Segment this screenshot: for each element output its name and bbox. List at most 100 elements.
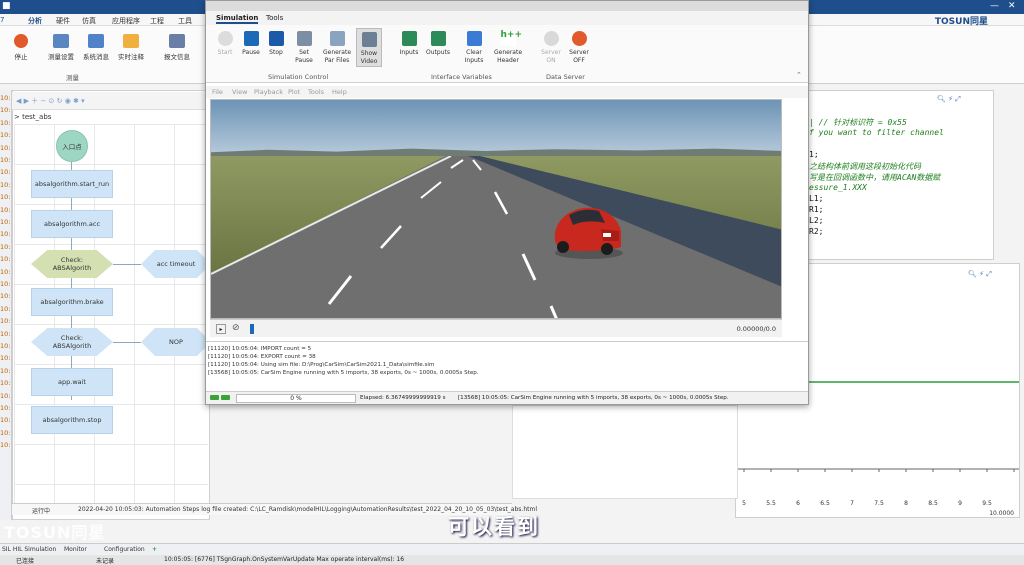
server-on-button[interactable]: Server ON — [538, 31, 564, 65]
start-button[interactable]: Start — [212, 31, 238, 57]
clear-inputs-button[interactable]: Clear Inputs — [460, 31, 488, 65]
play-small-icon[interactable]: ▸ — [216, 324, 226, 334]
record-status: 未记录 — [96, 558, 115, 565]
realtime-note-button[interactable]: 实时注释 — [114, 34, 148, 61]
flow-start-label: 入口点 — [62, 143, 82, 151]
flow-node-brake[interactable]: absalgorithm.brake — [31, 288, 113, 316]
outputs-label: Outputs — [426, 49, 450, 56]
code-line: | // 针对标识符 = 0x55 — [809, 118, 907, 127]
workspace-tabs: SIL HIL Simulation Monitor Configuration… — [0, 543, 1024, 555]
timestamp: 10: — [0, 379, 11, 388]
status-message: [13568] 10:05:05: CarSim Engine running … — [458, 395, 729, 401]
tab-tools[interactable]: 工具 — [178, 16, 192, 26]
measure-group-label: 测量 — [66, 74, 79, 82]
timestamp: 10: — [0, 317, 11, 326]
timestamp: 10: — [0, 304, 11, 313]
tab-hardware[interactable]: 硬件 — [56, 16, 70, 26]
table-icon — [466, 31, 482, 46]
server-off-label: Server OFF — [569, 49, 589, 64]
carsim-status-bar: 0 % Elapsed: 6.36749999999919 s [13568] … — [206, 391, 808, 404]
x-tick-label: 6 — [796, 500, 800, 507]
server-off-button[interactable]: Server OFF — [566, 31, 592, 65]
tab-simulation[interactable]: Simulation — [216, 14, 259, 24]
x-tick-label: 9.5 — [982, 500, 992, 507]
show-video-button[interactable]: Show Video — [356, 28, 382, 67]
collapse-ribbon-icon[interactable]: ⌃ — [796, 71, 802, 79]
code-line: L1; — [809, 194, 824, 203]
server-off-icon — [571, 31, 587, 46]
menu-tools[interactable]: Tools — [308, 88, 324, 96]
video-watermark: TOSUN同星 — [4, 523, 106, 542]
generate-header-label: Generate Header — [493, 49, 523, 64]
code-editor[interactable]: 🔍︎ ⚡ ⤢ | // 针对标识符 = 0x55 f you want to fi… — [808, 90, 994, 260]
close-icon[interactable]: ✕ — [1008, 1, 1016, 11]
stop-button[interactable]: 停止 — [4, 34, 38, 61]
tab-apps[interactable]: 应用程序 — [112, 16, 140, 26]
tab-configuration[interactable]: Configuration — [104, 546, 145, 553]
code-line: 1; — [809, 150, 819, 159]
flow-node-wait[interactable]: app.wait — [31, 368, 113, 396]
back-arrow-icon[interactable]: ◀ ▶ ＋ − ⊙ ↻ ◉ ✱ ▾ — [16, 96, 85, 106]
flow-nop-node[interactable]: NOP — [141, 328, 211, 356]
outputs-button[interactable]: Outputs — [424, 31, 452, 57]
timestamp: 10: — [0, 329, 11, 338]
search-icon[interactable]: 🔍︎ ⚡ ⤢ — [937, 95, 961, 104]
flow-timeout-node[interactable]: acc timeout — [141, 250, 211, 278]
stop-label: 停止 — [14, 53, 28, 61]
flow-node-label: absalgorithm.stop — [42, 416, 102, 424]
timestamp: 10: — [0, 156, 11, 164]
stop-icon — [268, 31, 284, 46]
app-icon[interactable]: ■ — [2, 1, 11, 11]
play-icon — [217, 31, 233, 46]
flow-start-node[interactable]: 入口点 — [56, 130, 88, 162]
set-pause-button[interactable]: Set Pause — [290, 31, 318, 65]
system-message-button[interactable]: 系统消息 — [79, 34, 113, 61]
generate-par-button[interactable]: Generate Par Files — [320, 31, 354, 65]
timeline-slider[interactable] — [250, 324, 254, 334]
stop-sim-button[interactable]: Stop — [263, 31, 289, 57]
menu-help[interactable]: Help — [332, 88, 347, 96]
flow-check-node-2[interactable]: Check: ABSAlgorith — [31, 328, 113, 356]
timestamp: 10: — [0, 428, 11, 437]
flow-canvas[interactable]: 入口点 absalgorithm.start_run absalgorithm.… — [14, 124, 211, 504]
message-info-button[interactable]: 报文信息 — [160, 34, 194, 61]
flow-node-acc[interactable]: absalgorithm.acc — [31, 210, 113, 238]
export-arrow-icon — [430, 31, 446, 46]
pause-button[interactable]: Pause — [238, 31, 264, 57]
flow-check-node-1[interactable]: Check: ABSAlgorith — [31, 250, 113, 278]
flow-node-label: app.wait — [58, 378, 86, 386]
set-pause-label: Set Pause — [295, 49, 313, 64]
list-icon — [169, 34, 185, 48]
menu-playback[interactable]: Playback — [254, 88, 283, 96]
carsim-tabs: Simulation Tools — [206, 11, 808, 25]
carsim-ribbon: Start Pause Stop Set Pause Generate Par … — [206, 25, 808, 83]
tab-sil-hil[interactable]: SIL HIL Simulation — [2, 546, 56, 553]
minimize-icon[interactable]: — — [990, 1, 999, 11]
tab-monitor[interactable]: Monitor — [64, 546, 87, 553]
generate-header-button[interactable]: h++ Generate Header — [491, 31, 525, 65]
status-led-icon — [210, 395, 219, 400]
animation-viewport[interactable] — [210, 99, 782, 319]
menu-plot[interactable]: Plot — [288, 88, 300, 96]
x-tick-label: 5.5 — [766, 500, 776, 507]
menu-view[interactable]: View — [232, 88, 247, 96]
tab-simulation[interactable]: 仿真 — [82, 16, 96, 26]
tab-tools[interactable]: Tools — [266, 14, 283, 22]
chat-icon — [88, 34, 104, 48]
breadcrumb: > test_abs — [14, 113, 52, 121]
app-logo: 7 — [0, 16, 5, 24]
timestamp: 10: — [0, 280, 11, 288]
record-icon[interactable]: ⊘ — [232, 323, 240, 333]
timestamp: 10: — [0, 255, 11, 264]
menu-file[interactable]: File — [212, 88, 223, 96]
flow-node-start-run[interactable]: absalgorithm.start_run — [31, 170, 113, 198]
flow-node-stop[interactable]: absalgorithm.stop — [31, 406, 113, 434]
timestamp: 10: — [0, 205, 11, 214]
add-tab-button[interactable]: + — [152, 546, 157, 553]
inputs-button[interactable]: Inputs — [396, 31, 422, 57]
progress-bar: 0 % — [236, 394, 356, 403]
header-file-icon: h++ — [500, 31, 522, 46]
tab-project[interactable]: 工程 — [150, 16, 164, 26]
flow-check-label: Check: ABSAlgorith — [52, 256, 92, 272]
measure-setup-button[interactable]: 测量设置 — [44, 34, 78, 61]
